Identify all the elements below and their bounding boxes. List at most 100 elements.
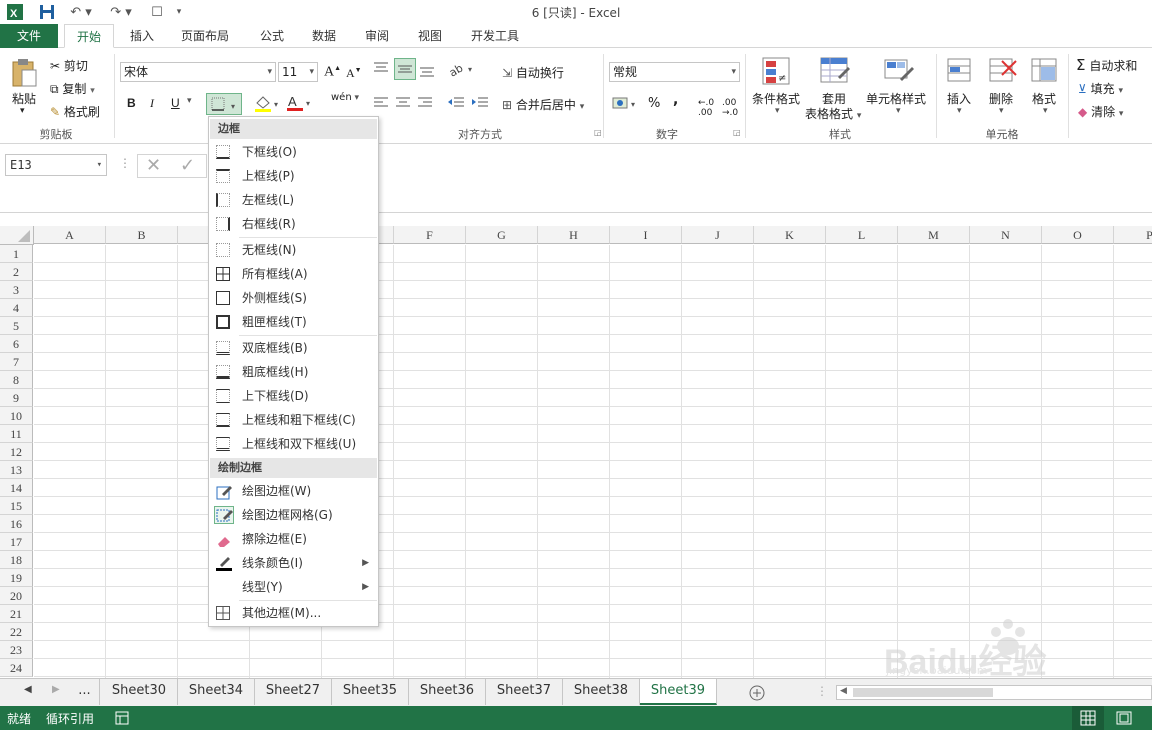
scrollbar-thumb[interactable]	[853, 688, 993, 697]
copy-button[interactable]: ⧉ 复制 ▾	[50, 80, 95, 97]
new-sheet-icon[interactable]	[748, 684, 766, 705]
column-header[interactable]: H	[538, 226, 610, 244]
border-button[interactable]: ▾	[206, 93, 242, 115]
decrease-decimal-icon[interactable]: .00 →.0	[722, 98, 738, 118]
menu-item-line-color[interactable]: 线条颜色(I) ▶	[210, 552, 377, 574]
row-header[interactable]: 15	[0, 497, 33, 515]
delete-cells-dropdown-icon[interactable]: ▾	[999, 106, 1004, 116]
scroll-tabs-right-icon[interactable]: ▶	[52, 684, 60, 695]
menu-item-draw-border-grid[interactable]: 绘图边框网格(G)	[210, 504, 377, 526]
sheet-tab[interactable]: Sheet36	[409, 679, 486, 705]
more-sheets-button[interactable]: ...	[70, 679, 100, 705]
format-cells-dropdown-icon[interactable]: ▾	[1043, 106, 1048, 116]
comma-style-button[interactable]: ,	[673, 92, 678, 108]
scroll-tabs-left-icon[interactable]: ◀	[24, 684, 32, 695]
menu-item-bottom-border[interactable]: 下框线(O)	[210, 141, 377, 163]
align-top-icon[interactable]	[372, 60, 390, 81]
format-painter-button[interactable]: ✎ 格式刷	[50, 103, 100, 120]
insert-cells-dropdown-icon[interactable]: ▾	[957, 106, 962, 116]
font-color-icon[interactable]: A ▾	[286, 94, 314, 115]
horizontal-scrollbar[interactable]: ◀	[836, 685, 1152, 700]
fill-color-icon[interactable]: ▾	[254, 95, 282, 116]
row-header[interactable]: 1	[0, 245, 33, 263]
row-header[interactable]: 10	[0, 407, 33, 425]
column-header[interactable]: K	[754, 226, 826, 244]
select-all-corner[interactable]	[0, 226, 34, 245]
sheet-tab[interactable]: Sheet34	[178, 679, 255, 705]
underline-button[interactable]: U	[171, 96, 180, 110]
menu-item-top-thick-bottom-border[interactable]: 上框线和粗下框线(C)	[210, 409, 377, 431]
menu-item-top-border[interactable]: 上框线(P)	[210, 165, 377, 187]
percent-style-button[interactable]: %	[648, 96, 660, 111]
row-header[interactable]: 24	[0, 659, 33, 677]
orientation-icon[interactable]: ab ▾	[447, 60, 476, 81]
align-center-icon[interactable]	[394, 96, 412, 113]
column-header[interactable]: B	[106, 226, 178, 244]
underline-dropdown-icon[interactable]: ▾	[187, 96, 192, 106]
sheet-tab[interactable]: Sheet39	[640, 679, 717, 705]
row-header[interactable]: 20	[0, 587, 33, 605]
italic-button[interactable]: I	[150, 96, 154, 111]
font-size-select[interactable]: 11 ▾	[278, 62, 318, 82]
phonetic-guide-button[interactable]: wén ▾	[331, 92, 359, 103]
paste-button[interactable]: 粘贴	[12, 90, 36, 107]
row-header[interactable]: 9	[0, 389, 33, 407]
insert-cells-button[interactable]: 插入	[947, 90, 971, 107]
tab-developer[interactable]: 开发工具	[462, 24, 528, 48]
column-header[interactable]: O	[1042, 226, 1114, 244]
cut-button[interactable]: ✂ 剪切	[50, 57, 88, 74]
paste-icon[interactable]	[10, 58, 38, 91]
autosum-button[interactable]: Σ 自动求和	[1076, 56, 1137, 74]
row-header[interactable]: 12	[0, 443, 33, 461]
column-header[interactable]: L	[826, 226, 898, 244]
row-header[interactable]: 19	[0, 569, 33, 587]
number-format-select[interactable]: 常规 ▾	[609, 62, 740, 82]
row-header[interactable]: 13	[0, 461, 33, 479]
name-box[interactable]: E13 ▾	[5, 154, 107, 176]
sheet-tab[interactable]: Sheet35	[332, 679, 409, 705]
cell-styles-button[interactable]: 单元格样式	[866, 90, 926, 107]
tab-home[interactable]: 开始	[64, 24, 114, 48]
row-header[interactable]: 7	[0, 353, 33, 371]
page-layout-view-icon[interactable]	[1116, 711, 1132, 728]
tab-page-layout[interactable]: 页面布局	[172, 24, 238, 48]
tab-review[interactable]: 审阅	[355, 24, 399, 48]
sheet-tab[interactable]: Sheet38	[563, 679, 640, 705]
enter-icon[interactable]: ✓	[180, 155, 195, 176]
delete-cells-button[interactable]: 删除	[989, 90, 1013, 107]
wrap-text-button[interactable]: ⇲ 自动换行	[502, 64, 564, 81]
column-header[interactable]: M	[898, 226, 970, 244]
sheet-tab[interactable]: Sheet37	[486, 679, 563, 705]
increase-indent-icon[interactable]	[470, 96, 490, 113]
row-header[interactable]: 5	[0, 317, 33, 335]
row-header[interactable]: 16	[0, 515, 33, 533]
merge-center-button[interactable]: ⊞ 合并后居中 ▾	[502, 96, 584, 113]
tab-file[interactable]: 文件	[0, 24, 58, 48]
paste-dropdown-icon[interactable]: ▾	[20, 106, 25, 116]
menu-item-more-borders[interactable]: 其他边框(M)...	[210, 602, 377, 624]
accounting-format-icon[interactable]: ▾	[611, 95, 639, 114]
menu-item-all-borders[interactable]: 所有框线(A)	[210, 263, 377, 285]
column-header[interactable]: A	[34, 226, 106, 244]
column-header[interactable]: N	[970, 226, 1042, 244]
column-header[interactable]: F	[394, 226, 466, 244]
row-header[interactable]: 22	[0, 623, 33, 641]
alignment-launcher-icon[interactable]: ◲	[594, 128, 602, 137]
column-header[interactable]: G	[466, 226, 538, 244]
sheet-tab[interactable]: Sheet30	[101, 679, 178, 705]
tab-view[interactable]: 视图	[408, 24, 452, 48]
menu-item-erase-border[interactable]: 擦除边框(E)	[210, 528, 377, 550]
tab-insert[interactable]: 插入	[120, 24, 164, 48]
menu-item-no-border[interactable]: 无框线(N)	[210, 239, 377, 261]
fill-button[interactable]: ⊻ 填充 ▾	[1078, 80, 1123, 97]
increase-decimal-icon[interactable]: ←.0.00	[698, 98, 714, 118]
menu-item-left-border[interactable]: 左框线(L)	[210, 189, 377, 211]
align-right-icon[interactable]	[416, 96, 434, 113]
row-header[interactable]: 4	[0, 299, 33, 317]
tab-formulas[interactable]: 公式	[250, 24, 294, 48]
row-header[interactable]: 18	[0, 551, 33, 569]
menu-item-top-double-bottom-border[interactable]: 上框线和双下框线(U)	[210, 433, 377, 455]
menu-item-bottom-double-border[interactable]: 双底框线(B)	[210, 337, 377, 359]
row-header[interactable]: 14	[0, 479, 33, 497]
macro-record-icon[interactable]	[115, 711, 129, 728]
